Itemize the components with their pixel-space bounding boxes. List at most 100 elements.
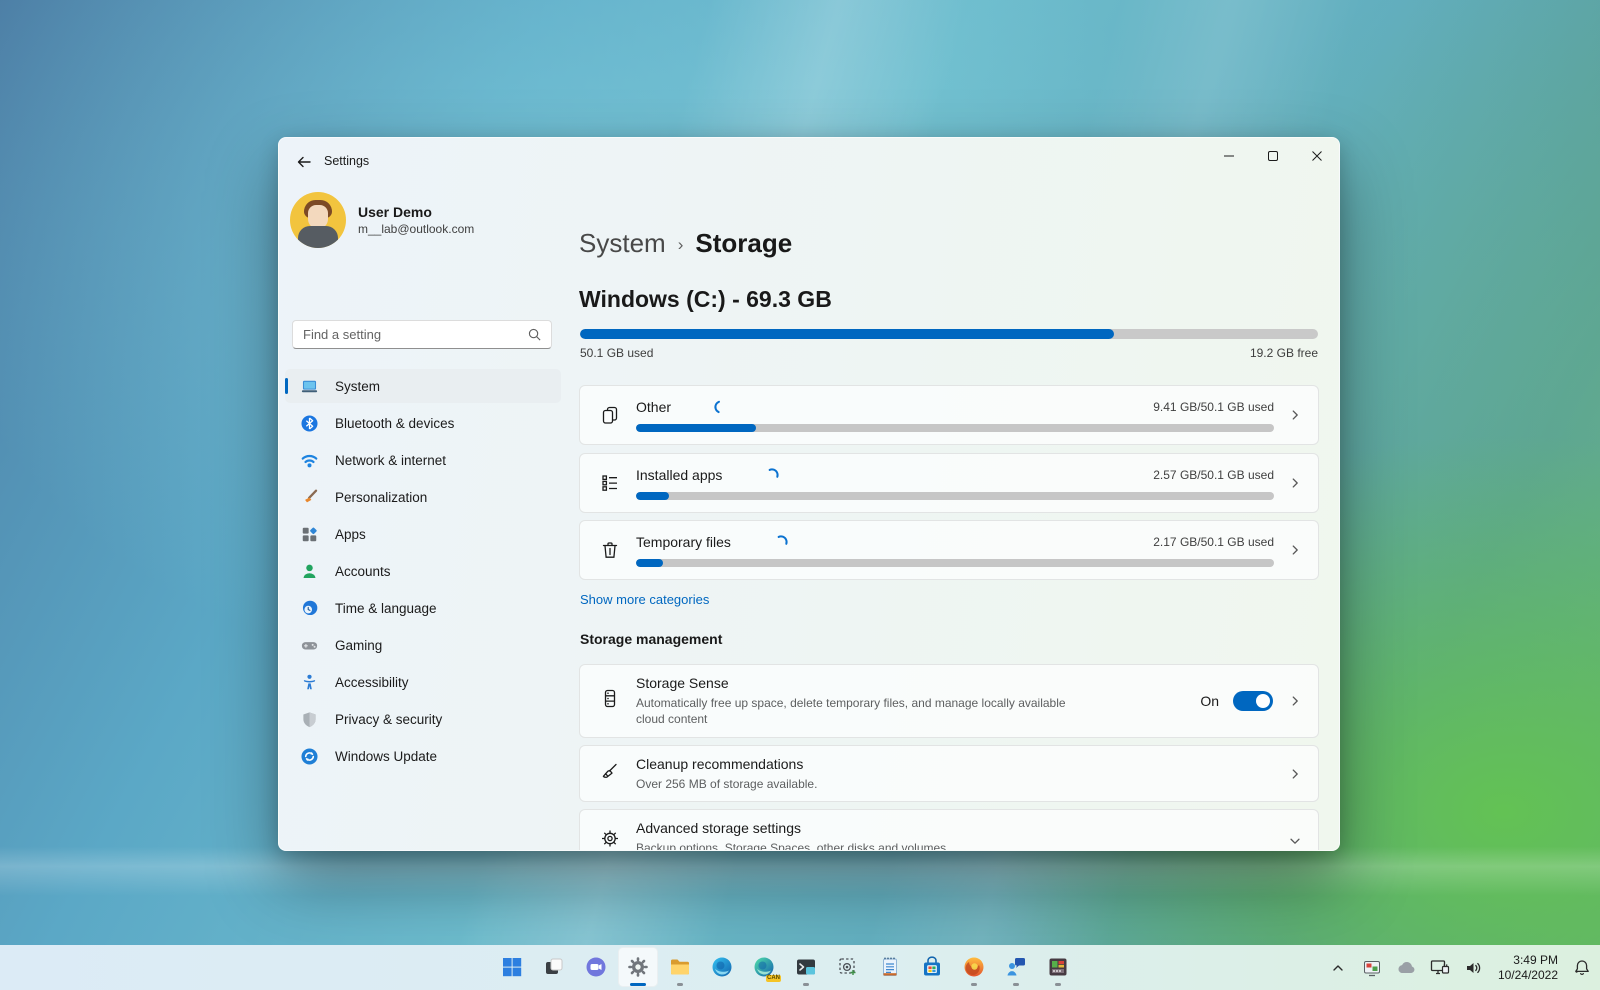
onedrive-cloud-icon[interactable] <box>1394 953 1418 983</box>
folder-icon <box>668 955 692 979</box>
avatar <box>290 192 346 248</box>
clock[interactable]: 3:49 PM 10/24/2022 <box>1496 953 1560 983</box>
storage-sense-title: Storage Sense <box>636 675 1118 691</box>
taskbar: CAN 3:49 PM 10/24/2022 <box>0 945 1600 990</box>
search-box[interactable] <box>292 320 552 349</box>
storage-sense-description: Automatically free up space, delete temp… <box>636 695 1096 727</box>
file-explorer-button[interactable] <box>660 947 700 987</box>
category-label: Other <box>636 399 671 415</box>
network-display-icon[interactable] <box>1428 953 1452 983</box>
feedback-hub-button[interactable] <box>996 947 1036 987</box>
breadcrumb-separator-icon: › <box>678 232 684 255</box>
storage-sense-icon <box>599 688 621 715</box>
start-button[interactable] <box>492 947 532 987</box>
installed-apps-icon <box>599 472 621 499</box>
maximize-button[interactable] <box>1251 138 1295 174</box>
sidebar-item-privacy[interactable]: Privacy & security <box>285 702 561 736</box>
chevron-right-icon <box>1288 543 1302 557</box>
sidebar-item-accounts[interactable]: Accounts <box>285 554 561 588</box>
storage-sense-card[interactable]: Storage Sense Automatically free up spac… <box>579 664 1319 738</box>
category-card-installed-apps[interactable]: Installed apps 2.57 GB/50.1 GB used <box>579 453 1319 513</box>
show-more-categories-link[interactable]: Show more categories <box>580 592 709 607</box>
category-value: 2.17 GB/50.1 GB used <box>1153 535 1274 549</box>
sidebar-item-label: Time & language <box>335 601 437 616</box>
tray-date: 10/24/2022 <box>1498 968 1558 983</box>
sidebar-item-network[interactable]: Network & internet <box>285 443 561 477</box>
cleanup-title: Cleanup recommendations <box>636 756 1118 772</box>
tray-chevron-up[interactable] <box>1326 953 1350 983</box>
sidebar: User Demo m__lab@outlook.com System Blue… <box>279 186 569 850</box>
storage-sense-toggle[interactable] <box>1233 691 1273 711</box>
chat-button[interactable] <box>576 947 616 987</box>
tray-time: 3:49 PM <box>1498 953 1558 968</box>
firefox-button[interactable] <box>954 947 994 987</box>
drive-used-label: 50.1 GB used <box>580 346 653 360</box>
terminal-icon <box>794 955 818 979</box>
sidebar-item-system[interactable]: System <box>285 369 561 403</box>
bluetooth-icon <box>300 414 319 433</box>
cleanup-recommendations-card[interactable]: Cleanup recommendations Over 256 MB of s… <box>579 745 1319 802</box>
settings-taskbar-button[interactable] <box>618 947 658 987</box>
close-button[interactable] <box>1295 138 1339 174</box>
chevron-up-icon <box>1330 960 1346 976</box>
advanced-storage-settings-card[interactable]: Advanced storage settings Backup options… <box>579 809 1319 851</box>
advanced-description: Backup options, Storage Spaces, other di… <box>636 840 1096 851</box>
sidebar-item-label: Bluetooth & devices <box>335 416 454 431</box>
loading-spinner-icon <box>773 534 789 550</box>
windows-logo-icon <box>500 955 524 979</box>
sidebar-item-accessibility[interactable]: Accessibility <box>285 665 561 699</box>
chevron-right-icon <box>1288 476 1302 490</box>
sidebar-item-bluetooth[interactable]: Bluetooth & devices <box>285 406 561 440</box>
search-icon <box>527 327 542 342</box>
edge-canary-button[interactable]: CAN <box>744 947 784 987</box>
category-card-temporary-files[interactable]: Temporary files 2.17 GB/50.1 GB used <box>579 520 1319 580</box>
shield-icon <box>300 710 319 729</box>
task-view-button[interactable] <box>534 947 574 987</box>
sidebar-item-label: Network & internet <box>335 453 446 468</box>
terminal-button[interactable] <box>786 947 826 987</box>
chevron-down-icon <box>1288 834 1302 848</box>
sidebar-item-windows-update[interactable]: Windows Update <box>285 739 561 773</box>
volume-icon[interactable] <box>1462 953 1486 983</box>
notepad-icon <box>878 955 902 979</box>
sidebar-item-apps[interactable]: Apps <box>285 517 561 551</box>
firefox-icon <box>962 955 986 979</box>
minimize-button[interactable] <box>1207 138 1251 174</box>
edge-button[interactable] <box>702 947 742 987</box>
tray-app-icon[interactable] <box>1360 953 1384 983</box>
drive-usage-fill <box>580 329 1114 339</box>
notification-bell-icon[interactable] <box>1570 953 1594 983</box>
close-icon <box>1311 150 1323 162</box>
back-button[interactable] <box>289 148 319 176</box>
cleanup-description: Over 256 MB of storage available. <box>636 776 1096 792</box>
clock-icon <box>300 599 319 618</box>
chevron-right-icon <box>1288 408 1302 422</box>
profile[interactable]: User Demo m__lab@outlook.com <box>290 192 474 248</box>
sidebar-item-label: Privacy & security <box>335 712 442 727</box>
person-icon <box>300 562 319 581</box>
microsoft-store-button[interactable] <box>912 947 952 987</box>
notepad-button[interactable] <box>870 947 910 987</box>
chevron-right-icon <box>1288 767 1302 781</box>
sidebar-item-gaming[interactable]: Gaming <box>285 628 561 662</box>
back-arrow-icon <box>295 153 313 171</box>
titlebar[interactable]: Settings <box>279 138 1339 186</box>
update-icon <box>300 747 319 766</box>
category-bar <box>636 492 1274 500</box>
app-title: Settings <box>324 154 369 168</box>
category-card-other[interactable]: Other 9.41 GB/50.1 GB used <box>579 385 1319 445</box>
sidebar-item-personalization[interactable]: Personalization <box>285 480 561 514</box>
other-category-icon <box>599 404 621 431</box>
settings-window: Settings User Demo m__lab@outlook.com <box>278 137 1340 851</box>
snipping-tool-button[interactable] <box>828 947 868 987</box>
drive-title: Windows (C:) - 69.3 GB <box>579 286 832 313</box>
sidebar-item-time-language[interactable]: Time & language <box>285 591 561 625</box>
search-input[interactable] <box>293 327 527 342</box>
breadcrumb-system[interactable]: System <box>579 228 666 259</box>
main-content: System › Storage Windows (C:) - 69.3 GB … <box>579 186 1319 850</box>
sidebar-item-label: Accounts <box>335 564 391 579</box>
media-player-button[interactable] <box>1038 947 1078 987</box>
accessibility-icon <box>300 673 319 692</box>
category-value: 9.41 GB/50.1 GB used <box>1153 400 1274 414</box>
gamepad-icon <box>300 636 319 655</box>
